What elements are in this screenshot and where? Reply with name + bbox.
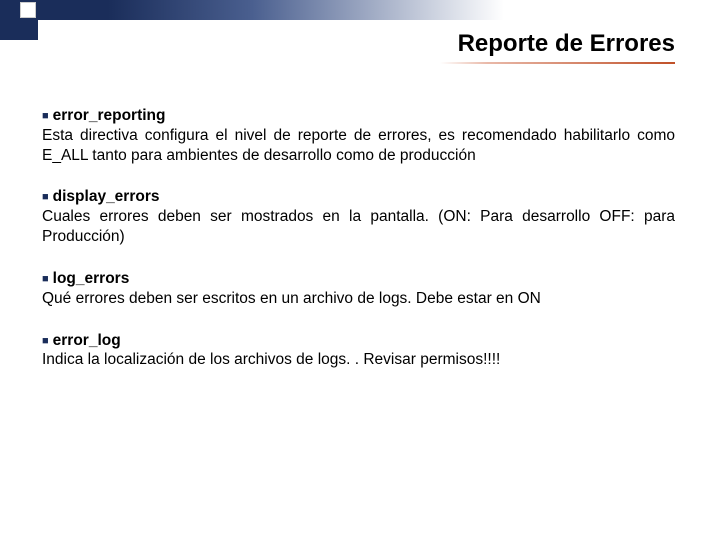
top-bar — [0, 0, 720, 20]
corner-square-decor — [20, 2, 36, 18]
item-description: Cuales errores deben ser mostrados en la… — [42, 207, 675, 247]
list-item: ■ display_errors Cuales errores deben ser… — [42, 187, 675, 246]
bullet-icon: ■ — [42, 335, 49, 347]
item-heading: error_log — [53, 332, 121, 349]
content-area: ■ error_reporting Esta directiva configur… — [42, 106, 675, 392]
list-item: ■ log_errors Qué errores deben ser escrit… — [42, 269, 675, 309]
list-item: ■ error_reporting Esta directiva configur… — [42, 106, 675, 165]
item-heading: display_errors — [53, 188, 160, 205]
bullet-icon: ■ — [42, 191, 49, 203]
item-description: Qué errores deben ser escritos en un arc… — [42, 289, 675, 309]
slide-title: Reporte de Errores — [458, 30, 675, 58]
item-heading: log_errors — [53, 270, 130, 287]
item-heading: error_reporting — [53, 107, 166, 124]
title-underline — [440, 62, 675, 64]
item-description: Indica la localización de los archivos d… — [42, 350, 675, 370]
item-description: Esta directiva configura el nivel de rep… — [42, 126, 675, 166]
corner-block-decor — [0, 20, 38, 40]
bullet-icon: ■ — [42, 273, 49, 285]
bullet-icon: ■ — [42, 110, 49, 122]
list-item: ■ error_log Indica la localización de los… — [42, 331, 675, 371]
